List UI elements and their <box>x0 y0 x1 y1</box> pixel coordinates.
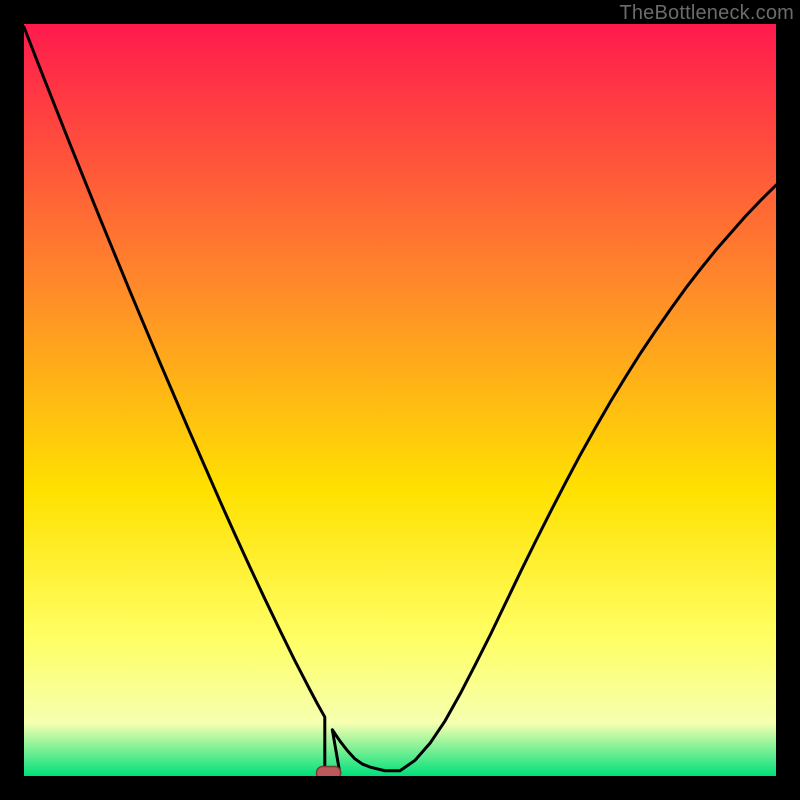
gradient-background <box>24 24 776 776</box>
optimal-marker <box>317 767 341 777</box>
bottleneck-chart <box>24 24 776 776</box>
attribution-text: TheBottleneck.com <box>619 2 794 25</box>
chart-frame <box>24 24 776 776</box>
